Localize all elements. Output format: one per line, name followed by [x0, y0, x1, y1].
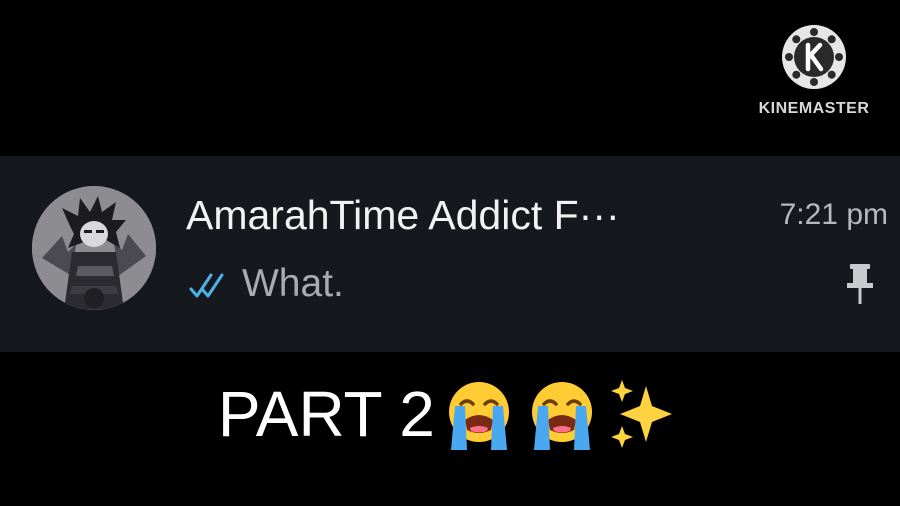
watermark-brand: KINEMASTER: [758, 100, 870, 117]
contact-name: AmarahTime Addict F···: [186, 192, 620, 238]
video-frame: KINEMASTER AmarahTime Addict F··· 7:21 p…: [0, 0, 900, 506]
message-time: 7:21 pm: [779, 198, 888, 231]
video-caption: PART 2: [0, 376, 900, 452]
double-check-read-icon: [189, 273, 224, 298]
loudly-crying-face-icon: [531, 382, 592, 450]
loudly-crying-face-icon: [449, 382, 510, 450]
sparkles-icon: [611, 380, 673, 448]
caption-text: PART 2: [217, 378, 435, 450]
kinemaster-logo-icon: [782, 25, 846, 89]
pin-icon: [847, 264, 873, 304]
anime-avatar-icon: [32, 186, 156, 310]
chat-list-item[interactable]: AmarahTime Addict F··· 7:21 pm What.: [0, 156, 900, 352]
kinemaster-watermark: KINEMASTER: [744, 24, 884, 118]
last-message-preview: What.: [242, 262, 344, 305]
contact-avatar[interactable]: [32, 186, 156, 310]
